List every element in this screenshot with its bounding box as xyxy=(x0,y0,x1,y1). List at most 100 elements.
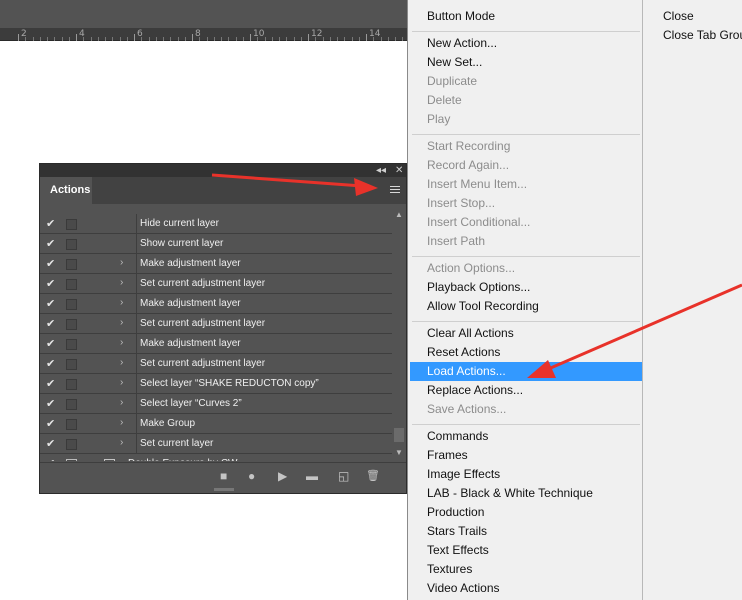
toggle-check-icon[interactable]: ✔ xyxy=(46,437,55,450)
chevron-right-icon[interactable]: › xyxy=(120,277,123,288)
ruler-minor-tick xyxy=(32,37,34,41)
scroll-thumb[interactable] xyxy=(394,428,404,442)
chevron-right-icon[interactable]: › xyxy=(120,437,123,448)
panel-resize-grip[interactable] xyxy=(214,488,234,491)
action-step-row[interactable]: ✔ › Set current adjustment layer xyxy=(40,314,392,334)
menu-item-close[interactable]: Close xyxy=(643,7,742,26)
toggle-check-icon[interactable]: ✔ xyxy=(46,417,55,430)
ruler-minor-tick xyxy=(25,37,27,41)
menu-item-text-effects[interactable]: Text Effects xyxy=(410,541,642,560)
chevron-right-icon[interactable]: › xyxy=(120,337,123,348)
toggle-check-icon[interactable]: ✔ xyxy=(46,397,55,410)
dialog-toggle-box[interactable] xyxy=(66,379,77,390)
toggle-check-icon[interactable]: ✔ xyxy=(46,257,55,270)
toggle-check-icon[interactable]: ✔ xyxy=(46,297,55,310)
action-step-row[interactable]: ✔ › Set current layer xyxy=(40,434,392,454)
chevron-right-icon[interactable]: › xyxy=(120,357,123,368)
row-divider xyxy=(136,394,137,414)
menu-item-button-mode[interactable]: Button Mode xyxy=(410,7,642,26)
chevron-right-icon[interactable]: ⌄ xyxy=(90,457,98,461)
scroll-up-icon[interactable]: ▲ xyxy=(395,210,403,219)
menu-separator xyxy=(412,424,640,425)
row-divider xyxy=(136,414,137,434)
menu-item-frames[interactable]: Frames xyxy=(410,446,642,465)
stop-icon[interactable]: ■ xyxy=(220,469,227,483)
chevron-right-icon[interactable]: › xyxy=(120,397,123,408)
ruler-minor-tick xyxy=(105,37,106,41)
chevron-right-icon[interactable]: › xyxy=(120,297,123,308)
toggle-check-icon[interactable]: ✔ xyxy=(46,237,55,250)
menu-item-record-again: Record Again... xyxy=(427,158,510,172)
toggle-check-icon[interactable]: ✔ xyxy=(46,277,55,290)
menu-item-stars-trails[interactable]: Stars Trails xyxy=(410,522,642,541)
menu-item-lab-black-white-technique[interactable]: LAB - Black & White Technique xyxy=(410,484,642,503)
action-step-row[interactable]: ✔ › Set current adjustment layer xyxy=(40,274,392,294)
dialog-toggle-box[interactable] xyxy=(66,259,77,270)
record-icon[interactable]: ● xyxy=(248,469,255,483)
new-action-icon[interactable]: ◱ xyxy=(338,469,349,483)
dialog-toggle-box[interactable] xyxy=(66,219,77,230)
menu-item-replace-actions[interactable]: Replace Actions... xyxy=(410,381,642,400)
action-step-row[interactable]: ✔ › Make Group xyxy=(40,414,392,434)
action-step-row[interactable]: ✔ › Make adjustment layer xyxy=(40,254,392,274)
toggle-check-icon[interactable]: ✔ xyxy=(46,317,55,330)
ruler-minor-tick xyxy=(119,37,121,41)
delete-trash-icon[interactable]: 🗑 xyxy=(366,469,380,483)
menu-item-reset-actions[interactable]: Reset Actions xyxy=(410,343,642,362)
menu-item-duplicate: Duplicate xyxy=(427,74,478,88)
menu-item-clear-all-actions[interactable]: Clear All Actions xyxy=(410,324,642,343)
action-step-row[interactable]: ✔ › Make adjustment layer xyxy=(40,334,392,354)
action-step-row[interactable]: ✔ Show current layer xyxy=(40,234,392,254)
dialog-toggle-box[interactable] xyxy=(66,459,77,461)
menu-item-commands[interactable]: Commands xyxy=(410,427,642,446)
menu-item-allow-tool-recording[interactable]: Allow Tool Recording xyxy=(410,297,642,316)
new-set-folder-icon[interactable]: ▬ xyxy=(306,469,318,483)
menu-item-new-set[interactable]: New Set... xyxy=(410,53,642,72)
actions-scrollbar[interactable]: ▲ ▼ xyxy=(392,210,406,462)
menu-item-image-effects[interactable]: Image Effects xyxy=(410,465,642,484)
toggle-check-icon[interactable]: ✔ xyxy=(46,457,55,461)
toggle-check-icon[interactable]: ✔ xyxy=(46,357,55,370)
chevron-right-icon[interactable]: › xyxy=(120,257,123,268)
ruler-minor-tick xyxy=(177,37,179,41)
action-step-row[interactable]: ✔ › Make adjustment layer xyxy=(40,294,392,314)
dialog-toggle-box[interactable] xyxy=(66,319,77,330)
dialog-toggle-box[interactable] xyxy=(66,279,77,290)
menu-item-playback-options[interactable]: Playback Options... xyxy=(410,278,642,297)
dialog-toggle-box[interactable] xyxy=(66,439,77,450)
dialog-toggle-box[interactable] xyxy=(66,299,77,310)
scroll-down-icon[interactable]: ▼ xyxy=(395,448,403,457)
dialog-toggle-box[interactable] xyxy=(66,419,77,430)
menu-item-new-action[interactable]: New Action... xyxy=(410,34,642,53)
dialog-toggle-box[interactable] xyxy=(66,399,77,410)
chevron-right-icon[interactable]: › xyxy=(120,417,123,428)
dialog-toggle-box[interactable] xyxy=(66,339,77,350)
tab-actions[interactable]: Actions xyxy=(40,177,92,204)
ruler-minor-tick xyxy=(39,37,41,41)
ruler-minor-tick xyxy=(184,37,186,41)
toggle-check-icon[interactable]: ✔ xyxy=(46,217,55,230)
action-step-row[interactable]: ✔ Hide current layer xyxy=(40,214,392,234)
menu-item-close-tab-group[interactable]: Close Tab Group xyxy=(643,26,742,45)
ruler-minor-tick xyxy=(83,37,85,41)
action-step-label: Set current adjustment layer xyxy=(140,358,266,369)
chevron-right-icon[interactable]: › xyxy=(120,377,123,388)
menu-item-textures[interactable]: Textures xyxy=(410,560,642,579)
action-step-row[interactable]: ✔ › Set current adjustment layer xyxy=(40,354,392,374)
menu-item-video-actions[interactable]: Video Actions xyxy=(410,579,642,598)
menu-item-load-actions[interactable]: Load Actions... xyxy=(410,362,642,381)
action-step-row[interactable]: ✔ › Select layer “SHAKE REDUCTON copy” xyxy=(40,374,392,394)
dialog-toggle-box[interactable] xyxy=(66,239,77,250)
ruler-minor-tick xyxy=(257,37,259,41)
play-icon[interactable]: ▶ xyxy=(278,469,287,483)
chevron-right-icon[interactable]: › xyxy=(120,317,123,328)
toggle-check-icon[interactable]: ✔ xyxy=(46,377,55,390)
action-step-row[interactable]: ✔ › Select layer “Curves 2” xyxy=(40,394,392,414)
collapse-panel-icon[interactable]: ◂◂ xyxy=(376,164,386,177)
toggle-check-icon[interactable]: ✔ xyxy=(46,337,55,350)
action-set-row[interactable]: ✔ ⌄ Double Exposure by CW xyxy=(40,454,392,461)
close-panel-icon[interactable]: ✕ xyxy=(395,164,403,177)
menu-item-production[interactable]: Production xyxy=(410,503,642,522)
panel-menu-icon[interactable] xyxy=(390,186,400,195)
dialog-toggle-box[interactable] xyxy=(66,359,77,370)
